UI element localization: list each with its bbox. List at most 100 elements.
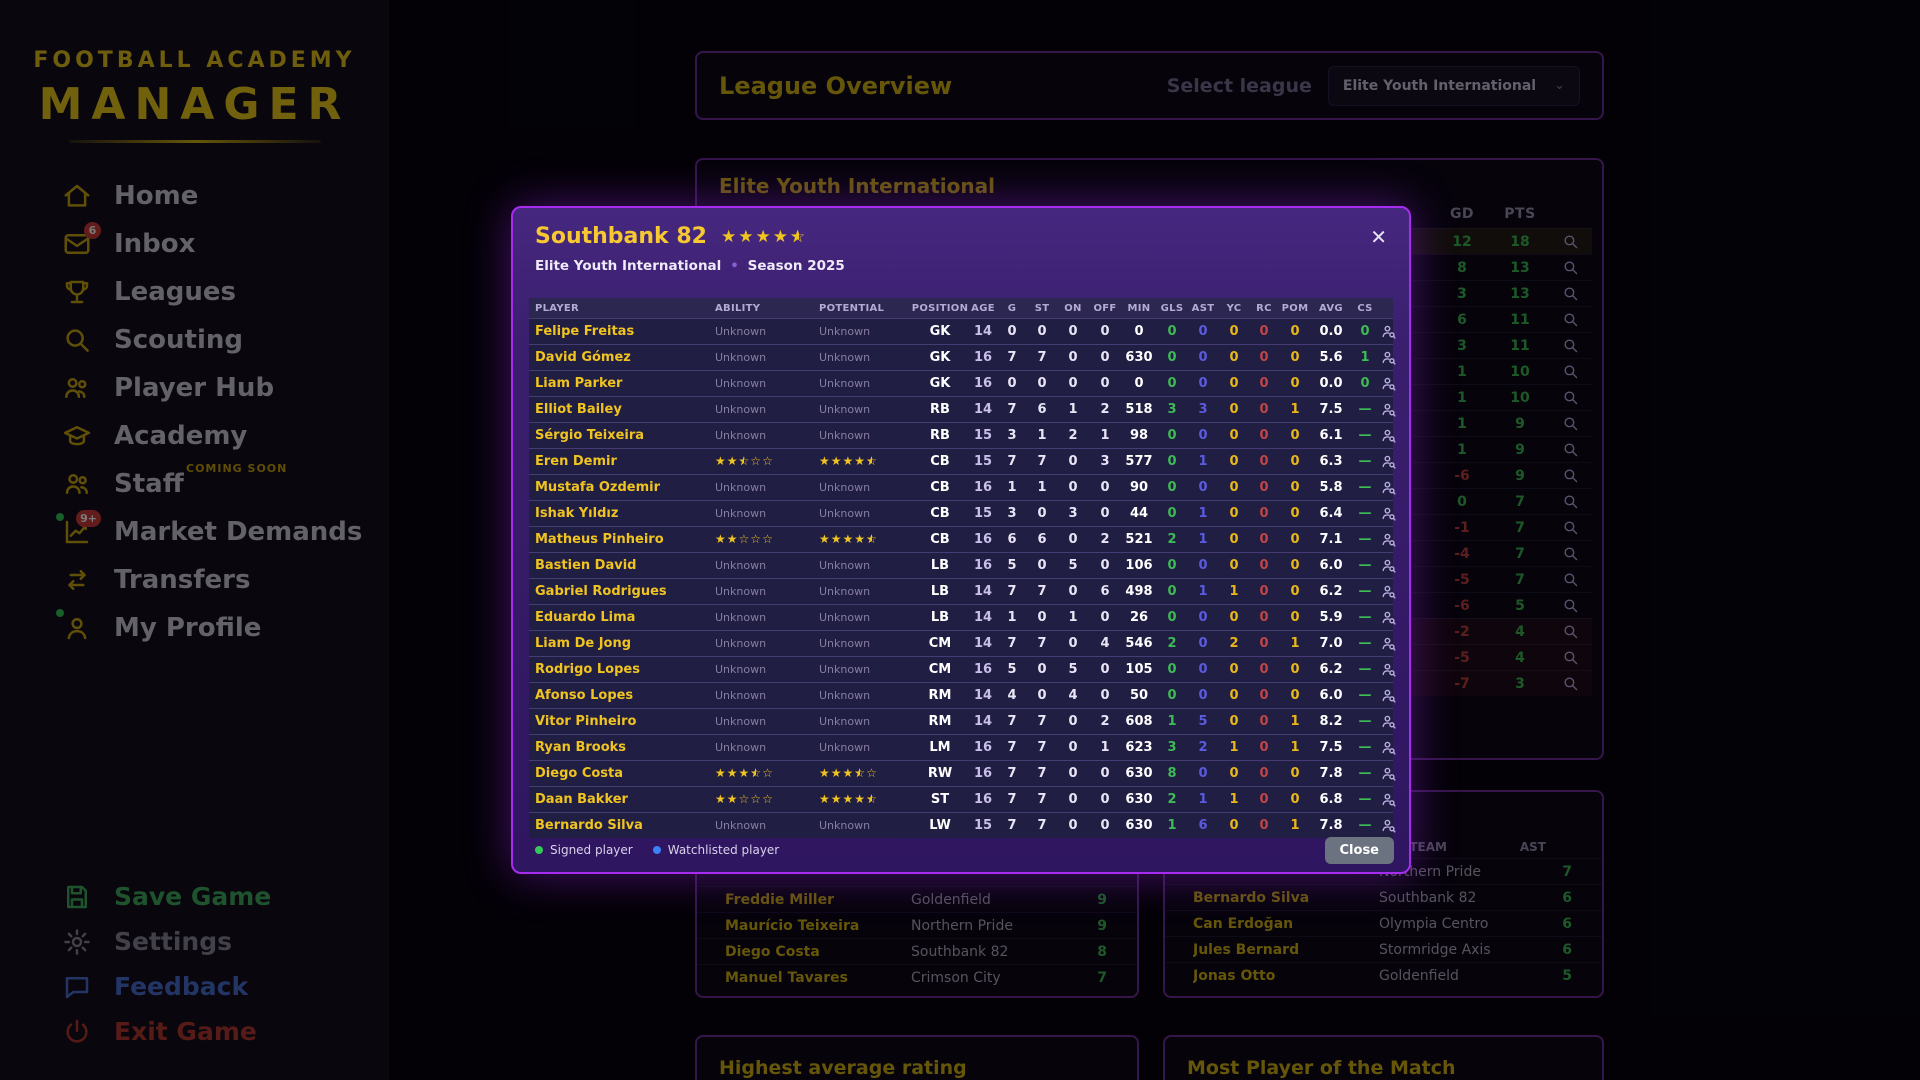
person-search-icon[interactable] xyxy=(1379,323,1397,340)
stat-cell: 6 xyxy=(1037,532,1047,547)
stat-cell: 0 xyxy=(1290,766,1300,781)
stat-cell: 0 xyxy=(1037,506,1047,521)
modal-title: Southbank 82 xyxy=(535,224,707,249)
stat-cell: 0 xyxy=(1290,480,1300,495)
player-name: Mustafa Özdemir xyxy=(535,480,661,495)
modal-header: Southbank 82 ★★★★☆★ ✕ Elite Youth Intern… xyxy=(513,208,1409,274)
person-search-icon[interactable] xyxy=(1379,791,1397,808)
player-name: Vitor Pinheiro xyxy=(535,714,637,729)
rating-cell: ★★★★☆★ xyxy=(819,454,911,469)
person-search-icon[interactable] xyxy=(1379,557,1397,574)
person-search-icon[interactable] xyxy=(1379,635,1397,652)
stat-cell: 0 xyxy=(1290,532,1300,547)
stat-cell: 0 xyxy=(1167,454,1177,469)
stat-cell: — xyxy=(1358,636,1372,651)
stat-cell: 0 xyxy=(1198,766,1208,781)
person-search-icon[interactable] xyxy=(1379,505,1397,522)
legend-dot xyxy=(535,846,543,854)
stat-cell: 1 xyxy=(1068,402,1078,417)
stat-cell: 0 xyxy=(1100,376,1110,391)
stat-cell: 1 xyxy=(1007,610,1017,625)
stat-cell: 2 xyxy=(1229,636,1239,651)
person-search-icon[interactable] xyxy=(1379,713,1397,730)
stat-cell: 1 xyxy=(1198,584,1208,599)
rating-cell: Unknown xyxy=(715,481,767,494)
stat-cell: 7 xyxy=(1037,454,1047,469)
stat-cell: 7 xyxy=(1037,584,1047,599)
stat-cell: 44 xyxy=(1129,506,1149,521)
stat-cell: 0.0 xyxy=(1319,376,1343,391)
stat-cell: 0 xyxy=(1259,584,1269,599)
stat-cell: 7 xyxy=(1007,584,1017,599)
player-name: Elliot Bailey xyxy=(535,402,622,417)
stat-cell: — xyxy=(1358,480,1372,495)
column-header: OFF xyxy=(1093,302,1117,314)
star-rating: ★★★☆★☆ xyxy=(819,766,878,780)
stat-cell: GK xyxy=(929,324,951,339)
stat-cell: 14 xyxy=(973,714,993,729)
stat-cell: 0 xyxy=(1290,428,1300,443)
player-name: Liam Parker xyxy=(535,376,623,391)
person-search-icon[interactable] xyxy=(1379,401,1397,418)
stat-cell: 14 xyxy=(973,402,993,417)
column-header: POM xyxy=(1281,302,1309,314)
person-search-icon[interactable] xyxy=(1379,817,1397,834)
stat-cell: — xyxy=(1358,428,1372,443)
squad-modal: Southbank 82 ★★★★☆★ ✕ Elite Youth Intern… xyxy=(511,206,1411,874)
stat-cell: 0 xyxy=(1259,532,1269,547)
star-rating: ★★★☆★☆ xyxy=(715,766,774,780)
person-search-icon[interactable] xyxy=(1379,687,1397,704)
stat-cell: 0 xyxy=(1229,558,1239,573)
stat-cell: 0 xyxy=(1198,376,1208,391)
person-search-icon[interactable] xyxy=(1379,739,1397,756)
rating-cell: ★★☆★☆☆ xyxy=(715,454,819,469)
stat-cell: 0 xyxy=(1290,688,1300,703)
player-name: Sérgio Teixeira xyxy=(535,428,645,443)
column-header: POSITION xyxy=(911,302,969,314)
player-name: Rodrigo Lopes xyxy=(535,662,640,677)
stat-cell: 14 xyxy=(973,636,993,651)
stat-cell: 0 xyxy=(1167,350,1177,365)
stat-cell: 0 xyxy=(1068,714,1078,729)
stat-cell: 0 xyxy=(1259,402,1269,417)
stat-cell: 7 xyxy=(1007,350,1017,365)
stat-cell: 16 xyxy=(973,766,993,781)
rating-cell: Unknown xyxy=(715,819,767,832)
stat-cell: 0 xyxy=(1290,558,1300,573)
stat-cell: 6 xyxy=(1100,584,1110,599)
stat-cell: 0 xyxy=(1100,506,1110,521)
person-search-icon[interactable] xyxy=(1379,583,1397,600)
stat-cell: 90 xyxy=(1129,480,1149,495)
stat-cell: 7 xyxy=(1007,454,1017,469)
person-search-icon[interactable] xyxy=(1379,427,1397,444)
person-search-icon[interactable] xyxy=(1379,661,1397,678)
player-row: Eren Demir ★★☆★☆☆ ★★★★☆★ CB 15 7 7 0 3 577 0 1 0 0 0 6.… xyxy=(529,448,1396,474)
player-name: Eren Demir xyxy=(535,454,617,469)
stat-cell: RW xyxy=(927,766,953,781)
star-rating: ★★★★☆★ xyxy=(819,454,878,468)
star-rating: ★ ★ ☆ ☆ ☆ xyxy=(715,532,774,546)
person-search-icon[interactable] xyxy=(1379,349,1397,366)
person-search-icon[interactable] xyxy=(1379,375,1397,392)
column-header: PLAYER xyxy=(535,302,580,314)
stat-cell: 0 xyxy=(1290,454,1300,469)
stat-cell: 0 xyxy=(1167,480,1177,495)
close-icon[interactable]: ✕ xyxy=(1370,227,1387,247)
stat-cell: 0 xyxy=(1259,350,1269,365)
person-search-icon[interactable] xyxy=(1379,453,1397,470)
stat-cell: 518 xyxy=(1125,402,1153,417)
rating-cell: Unknown xyxy=(715,637,767,650)
person-search-icon[interactable] xyxy=(1379,765,1397,782)
person-search-icon[interactable] xyxy=(1379,479,1397,496)
stat-cell: CB xyxy=(930,454,950,469)
person-search-icon[interactable] xyxy=(1379,609,1397,626)
legend-item: Signed player xyxy=(535,843,633,857)
rating-cell: Unknown xyxy=(819,351,871,364)
rating-cell: Unknown xyxy=(715,741,767,754)
close-button[interactable]: Close xyxy=(1324,836,1394,864)
stat-cell: 0 xyxy=(1229,688,1239,703)
player-row: Diego Costa ★★★☆★☆ ★★★☆★☆ RW 16 7 7 0 0 630 8 0 0 0 0 7… xyxy=(529,760,1396,786)
stat-cell: 498 xyxy=(1125,584,1153,599)
person-search-icon[interactable] xyxy=(1379,531,1397,548)
stat-cell: 0 xyxy=(1259,428,1269,443)
